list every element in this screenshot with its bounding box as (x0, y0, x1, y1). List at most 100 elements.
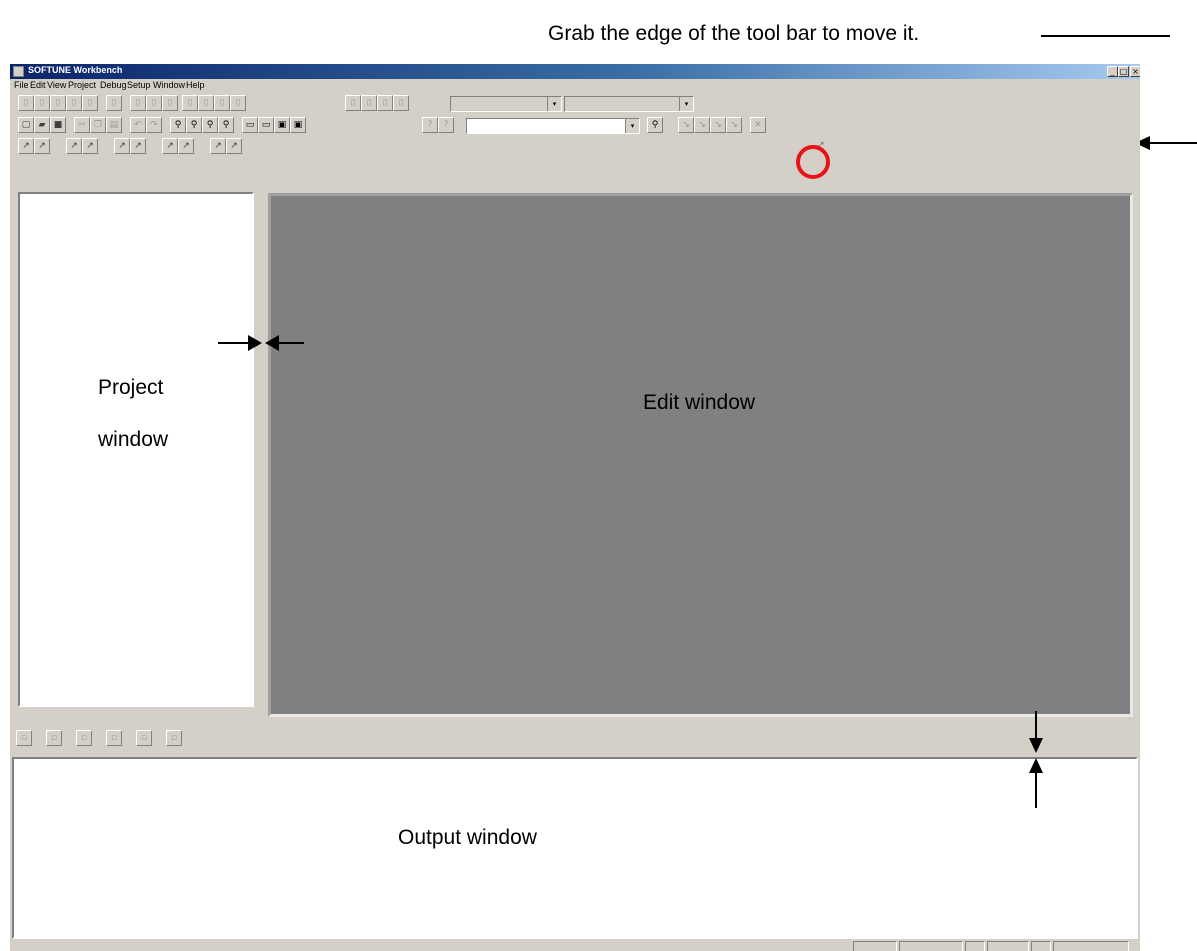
minimize-button[interactable]: _ (1107, 66, 1118, 77)
copy-icon[interactable]: ❐ (90, 117, 106, 133)
status-panel (987, 941, 1029, 951)
debug-icon[interactable]: ▯ (214, 95, 230, 111)
arrow-icon[interactable]: ↗ (34, 138, 50, 154)
status-panel (1031, 941, 1051, 951)
highlight-circle (796, 145, 830, 179)
toolbar-row-2: ▢ ▰ ■ ✂ ❐ ▤ ↶ ↷ ⚲ ⚲ ⚲ ⚲ ▭ ▭ ▣ ▣ ? ? ▾ ⚲ … (10, 117, 1140, 154)
undo-icon[interactable]: ↶ (130, 117, 146, 133)
window-icon[interactable]: ▣ (274, 117, 290, 133)
splitter-arrow-down-shaft (1035, 711, 1037, 739)
jump-icon[interactable]: ↘ (678, 117, 694, 133)
toolbar-row-3: ↗ ↗ ↗ ↗ ↗ ↗ ↗ ↗ ↗ ↗ (10, 138, 270, 156)
project-window-label-line2: window (98, 428, 169, 451)
debug-icon[interactable]: ▯ (182, 95, 198, 111)
arrow-icon[interactable]: ↗ (162, 138, 178, 154)
arrow-icon[interactable]: ↗ (114, 138, 130, 154)
tool-icon[interactable]: ▫ (46, 730, 62, 746)
splitter-arrow-left-shaft (218, 342, 248, 344)
find-prev-icon[interactable]: ⚲ (202, 117, 218, 133)
debug-icon[interactable]: ▯ (50, 95, 66, 111)
find-in-files-icon[interactable]: ⚲ (647, 117, 663, 133)
search-combo[interactable]: ▾ (466, 118, 640, 134)
config-select[interactable]: ▾ (564, 96, 694, 112)
arrow-icon[interactable]: ↗ (130, 138, 146, 154)
arrow-icon[interactable]: ↗ (82, 138, 98, 154)
debug-icon[interactable]: ▯ (162, 95, 178, 111)
debug-icon[interactable]: ▯ (146, 95, 162, 111)
bottom-toolbar: ▫ ▫ ▫ ▫ ▫ ▫ (12, 727, 212, 749)
maximize-button[interactable]: □ (1118, 66, 1129, 77)
debug-icon[interactable]: ▯ (130, 95, 146, 111)
help-icon[interactable]: ? (438, 117, 454, 133)
splitter-arrow-left-head (248, 335, 262, 351)
jump-icon[interactable]: ↘ (710, 117, 726, 133)
splitter-arrow-down-head (1029, 738, 1043, 753)
window-icon[interactable]: ▭ (242, 117, 258, 133)
menu-window[interactable]: Window (153, 80, 185, 90)
app-window: SOFTUNE Workbench _ □ × File Edit View P… (9, 63, 1140, 951)
tool-icon[interactable]: ▫ (106, 730, 122, 746)
debug-icon[interactable]: ▯ (18, 95, 34, 111)
arrow-icon[interactable]: ↗ (18, 138, 34, 154)
app-icon (13, 66, 24, 77)
debug-icon[interactable]: ▯ (377, 95, 393, 111)
close-icon[interactable]: ✕ (750, 117, 766, 133)
edit-window[interactable] (268, 193, 1133, 717)
status-panel (965, 941, 985, 951)
jump-icon[interactable]: ↘ (726, 117, 742, 133)
edit-window-label: Edit window (643, 391, 756, 414)
debug-icon[interactable]: ▯ (393, 95, 409, 111)
arrow-icon[interactable]: ↗ (210, 138, 226, 154)
menu-debug[interactable]: Debug (100, 80, 127, 90)
replace-icon[interactable]: ⚲ (218, 117, 234, 133)
output-window[interactable] (12, 757, 1138, 939)
debug-icon[interactable]: ▯ (198, 95, 214, 111)
target-select[interactable]: ▾ (450, 96, 562, 112)
arrow-icon[interactable]: ↗ (178, 138, 194, 154)
open-folder-icon[interactable]: ▰ (34, 117, 50, 133)
status-panel (853, 941, 897, 951)
find-next-icon[interactable]: ⚲ (186, 117, 202, 133)
tool-icon[interactable]: ▫ (136, 730, 152, 746)
title-bar[interactable]: SOFTUNE Workbench _ □ × (10, 64, 1140, 79)
cut-icon[interactable]: ✂ (74, 117, 90, 133)
arrow-icon[interactable]: ↗ (66, 138, 82, 154)
debug-icon[interactable]: ▯ (34, 95, 50, 111)
jump-icon[interactable]: ↘ (694, 117, 710, 133)
debug-icon[interactable]: ▯ (230, 95, 246, 111)
caption-underline (1041, 35, 1170, 37)
window-icon[interactable]: ▭ (258, 117, 274, 133)
menu-edit[interactable]: Edit (30, 80, 46, 90)
splitter-arrow-right-shaft (279, 342, 304, 344)
redo-icon[interactable]: ↷ (146, 117, 162, 133)
close-button[interactable]: × (1130, 66, 1140, 77)
window-icon[interactable]: ▣ (290, 117, 306, 133)
debug-icon[interactable]: ▯ (82, 95, 98, 111)
save-icon[interactable]: ■ (50, 117, 66, 133)
tool-icon[interactable]: ▫ (76, 730, 92, 746)
splitter-arrow-up-shaft (1035, 772, 1037, 808)
splitter-arrow-up-head (1029, 758, 1043, 773)
project-window-label-line1: Project (98, 376, 164, 399)
debug-icon[interactable]: ▯ (361, 95, 377, 111)
debug-icon[interactable]: ▯ (106, 95, 122, 111)
arrow-icon[interactable]: ↗ (226, 138, 242, 154)
tool-icon[interactable]: ▫ (16, 730, 32, 746)
help-icon[interactable]: ? (422, 117, 438, 133)
paste-icon[interactable]: ▤ (106, 117, 122, 133)
new-file-icon[interactable]: ▢ (18, 117, 34, 133)
menu-project[interactable]: Project (68, 80, 96, 90)
toolbar-hint-caption: Grab the edge of the tool bar to move it… (548, 22, 920, 45)
debug-icon[interactable]: ▯ (345, 95, 361, 111)
find-icon[interactable]: ⚲ (170, 117, 186, 133)
menu-file[interactable]: File (14, 80, 29, 90)
status-panel (899, 941, 963, 951)
menu-help[interactable]: Help (186, 80, 205, 90)
splitter-arrow-right-head (265, 335, 279, 351)
chevron-down-icon: ▾ (625, 119, 639, 133)
window-title: SOFTUNE Workbench (28, 65, 123, 75)
tool-icon[interactable]: ▫ (166, 730, 182, 746)
menu-setup[interactable]: Setup (127, 80, 151, 90)
menu-view[interactable]: View (47, 80, 66, 90)
debug-icon[interactable]: ▯ (66, 95, 82, 111)
